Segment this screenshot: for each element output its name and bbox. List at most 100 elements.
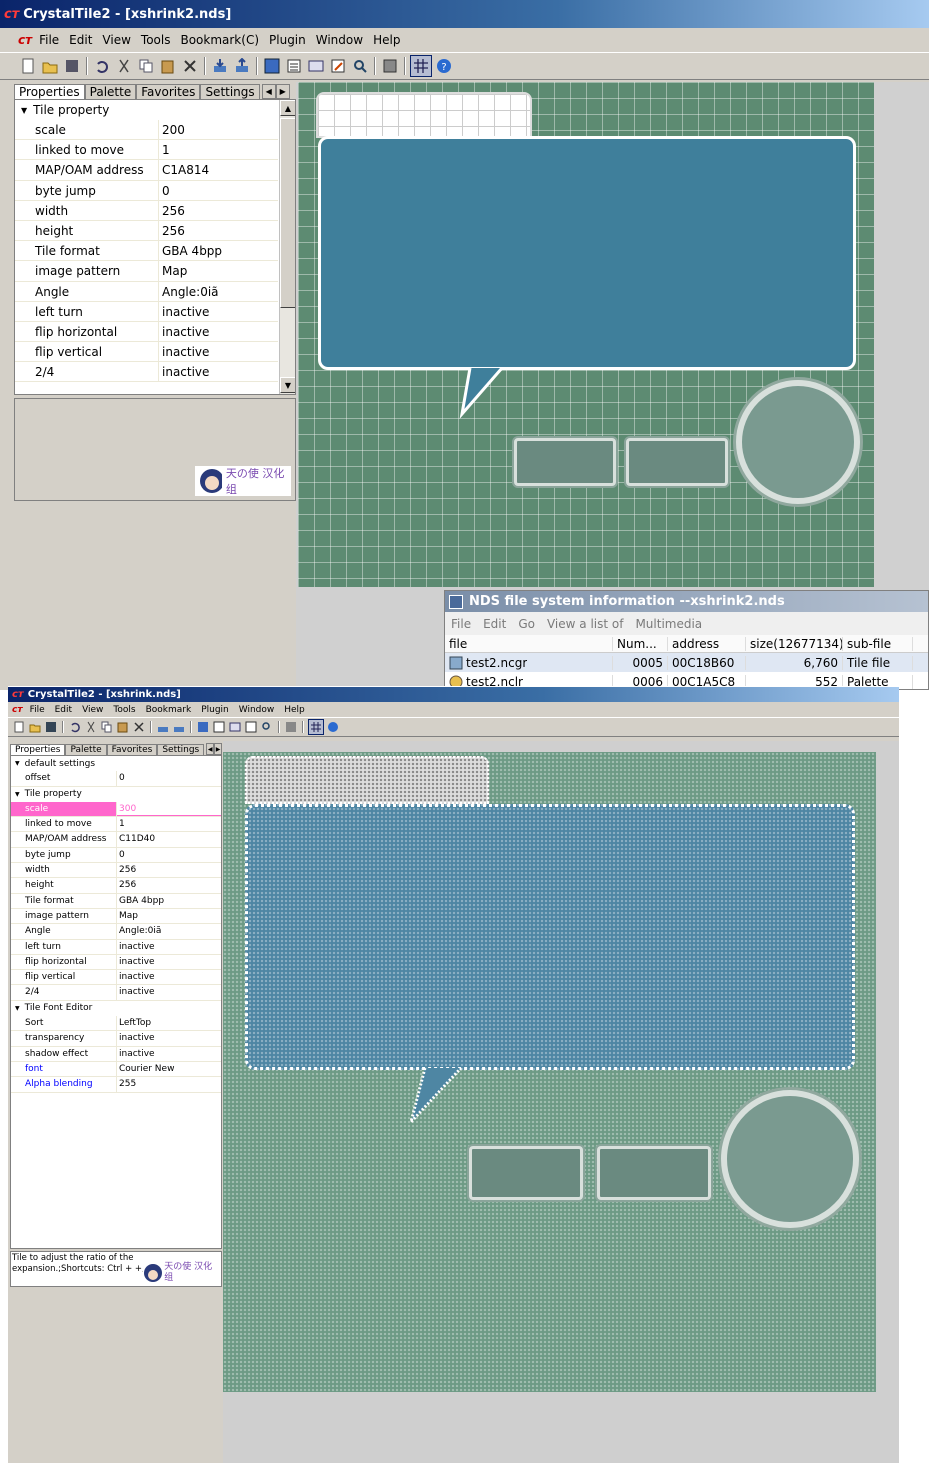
help-icon[interactable] — [326, 720, 340, 734]
collapse-icon[interactable]: ▼ — [15, 760, 20, 767]
property-value[interactable]: C11D40 — [117, 832, 221, 846]
tab-favorites[interactable]: Favorites — [136, 84, 201, 99]
undo-icon[interactable] — [92, 56, 112, 76]
hex-view-icon[interactable] — [212, 720, 226, 734]
menu-view[interactable]: View — [77, 705, 108, 715]
palette-icon[interactable] — [380, 56, 400, 76]
tab-settings[interactable]: Settings — [157, 744, 205, 755]
window-1-scrollbar[interactable]: ▲ ▼ — [279, 100, 295, 394]
menu-file[interactable]: File — [25, 705, 50, 715]
property-value[interactable]: 256 — [159, 221, 278, 240]
property-row[interactable]: flip vertical inactive — [15, 342, 278, 363]
tab-properties[interactable]: Properties — [10, 744, 66, 755]
property-row[interactable]: height 256 — [11, 878, 221, 894]
property-row[interactable]: width 256 — [11, 863, 221, 879]
save-icon[interactable] — [62, 56, 82, 76]
tab-scroll-right-icon[interactable]: ▶ — [275, 84, 290, 99]
scroll-thumb[interactable] — [280, 118, 295, 308]
search-icon[interactable] — [260, 720, 274, 734]
property-row[interactable]: byte jump 0 — [15, 180, 278, 201]
property-value[interactable]: inactive — [159, 362, 278, 381]
tab-favorites[interactable]: Favorites — [106, 744, 158, 755]
property-row[interactable]: shadow effect inactive — [11, 1046, 221, 1062]
property-row[interactable]: offset 0 — [11, 771, 221, 787]
edit-icon[interactable] — [328, 56, 348, 76]
menu-plugin[interactable]: Plugin — [264, 33, 311, 47]
tab-scroll-left-icon[interactable]: ◀ — [206, 743, 215, 755]
category-tile-property[interactable]: ▼ Tile property — [15, 100, 295, 120]
tab-scroll-left-icon[interactable]: ◀ — [261, 84, 276, 99]
property-row[interactable]: flip horizontal inactive — [11, 954, 221, 971]
nds-menu-multimedia[interactable]: Multimedia — [629, 617, 708, 631]
property-value[interactable]: Map — [159, 261, 278, 280]
nds-menu-view-list[interactable]: View a list of — [541, 617, 629, 631]
tile-canvas-1[interactable] — [298, 82, 874, 587]
menu-help[interactable]: Help — [279, 705, 310, 715]
tab-properties[interactable]: Properties — [14, 84, 85, 99]
col-size[interactable]: size(12677134) — [746, 636, 843, 651]
property-row[interactable]: image pattern Map — [15, 261, 278, 282]
cut-icon[interactable] — [114, 56, 134, 76]
export-icon[interactable] — [172, 720, 186, 734]
paste-icon[interactable] — [116, 720, 130, 734]
menu-edit[interactable]: Edit — [64, 33, 97, 47]
collapse-icon[interactable]: ▼ — [21, 106, 27, 115]
property-value[interactable]: 256 — [159, 201, 278, 220]
property-row[interactable]: Angle Angle:0iã — [11, 924, 221, 940]
menu-window[interactable]: Window — [234, 705, 280, 715]
property-value[interactable]: 200 — [159, 120, 278, 139]
undo-icon[interactable] — [68, 720, 82, 734]
grid-toggle-icon[interactable] — [308, 719, 324, 735]
property-row[interactable]: flip horizontal inactive — [15, 321, 278, 343]
property-row[interactable]: Angle Angle:0iã — [15, 281, 278, 302]
palette-icon[interactable] — [284, 720, 298, 734]
property-row[interactable]: 2/4 inactive — [15, 362, 278, 383]
menu-tools[interactable]: Tools — [108, 705, 140, 715]
property-row[interactable]: linked to move 1 — [15, 140, 278, 161]
help-icon[interactable]: ? — [434, 56, 454, 76]
property-value[interactable]: Courier New — [117, 1062, 221, 1076]
col-address[interactable]: address — [668, 636, 746, 651]
col-subfile[interactable]: sub-file — [843, 636, 913, 651]
tab-settings[interactable]: Settings — [200, 84, 260, 99]
open-folder-icon[interactable] — [40, 56, 60, 76]
open-folder-icon[interactable] — [28, 720, 42, 734]
new-file-icon[interactable] — [18, 56, 38, 76]
delete-icon[interactable] — [132, 720, 146, 734]
property-value[interactable]: 256 — [117, 878, 221, 892]
tab-palette[interactable]: Palette — [65, 744, 107, 755]
col-num[interactable]: Num... — [613, 636, 668, 651]
tile-view-icon[interactable] — [196, 720, 210, 734]
scroll-up-icon[interactable]: ▲ — [280, 100, 295, 116]
menu-bookmark[interactable]: Bookmark(C) — [175, 33, 264, 47]
menu-bookmark[interactable]: Bookmark — [141, 705, 197, 715]
property-value[interactable]: inactive — [117, 1047, 221, 1061]
property-value[interactable]: GBA 4bpp — [159, 241, 278, 260]
nds-menu-edit[interactable]: Edit — [477, 617, 512, 631]
property-row[interactable]: scale 200 — [15, 120, 278, 141]
property-value[interactable]: Angle:0iã — [117, 924, 221, 938]
property-value[interactable]: inactive — [117, 970, 221, 984]
grid-toggle-icon[interactable] — [410, 55, 432, 77]
hex-view-icon[interactable] — [284, 56, 304, 76]
nds-menu-file[interactable]: File — [445, 617, 477, 631]
property-row[interactable]: MAP/OAM address C11D40 — [11, 832, 221, 848]
property-row[interactable]: Alpha blending 255 — [11, 1077, 221, 1093]
property-row[interactable]: flip vertical inactive — [11, 970, 221, 986]
property-value[interactable]: inactive — [117, 955, 221, 969]
menu-window[interactable]: Window — [311, 33, 368, 47]
table-row[interactable]: test2.ncgr 0005 00C18B60 6,760 Tile file — [445, 653, 928, 672]
collapse-icon[interactable]: ▼ — [15, 1005, 20, 1012]
property-row[interactable]: Tile format GBA 4bpp — [15, 241, 278, 262]
property-row[interactable]: scale 300 — [11, 801, 221, 818]
menu-edit[interactable]: Edit — [50, 705, 77, 715]
property-row[interactable]: MAP/OAM address C1A814 — [15, 160, 278, 181]
property-row[interactable]: width 256 — [15, 200, 278, 221]
property-value[interactable]: Map — [117, 909, 221, 923]
save-icon[interactable] — [44, 720, 58, 734]
tab-scroll-right-icon[interactable]: ▶ — [214, 743, 222, 755]
cut-icon[interactable] — [84, 720, 98, 734]
property-value[interactable]: Angle:0iã — [159, 282, 278, 301]
property-row[interactable]: transparency inactive — [11, 1031, 221, 1047]
property-value[interactable]: inactive — [159, 322, 278, 341]
